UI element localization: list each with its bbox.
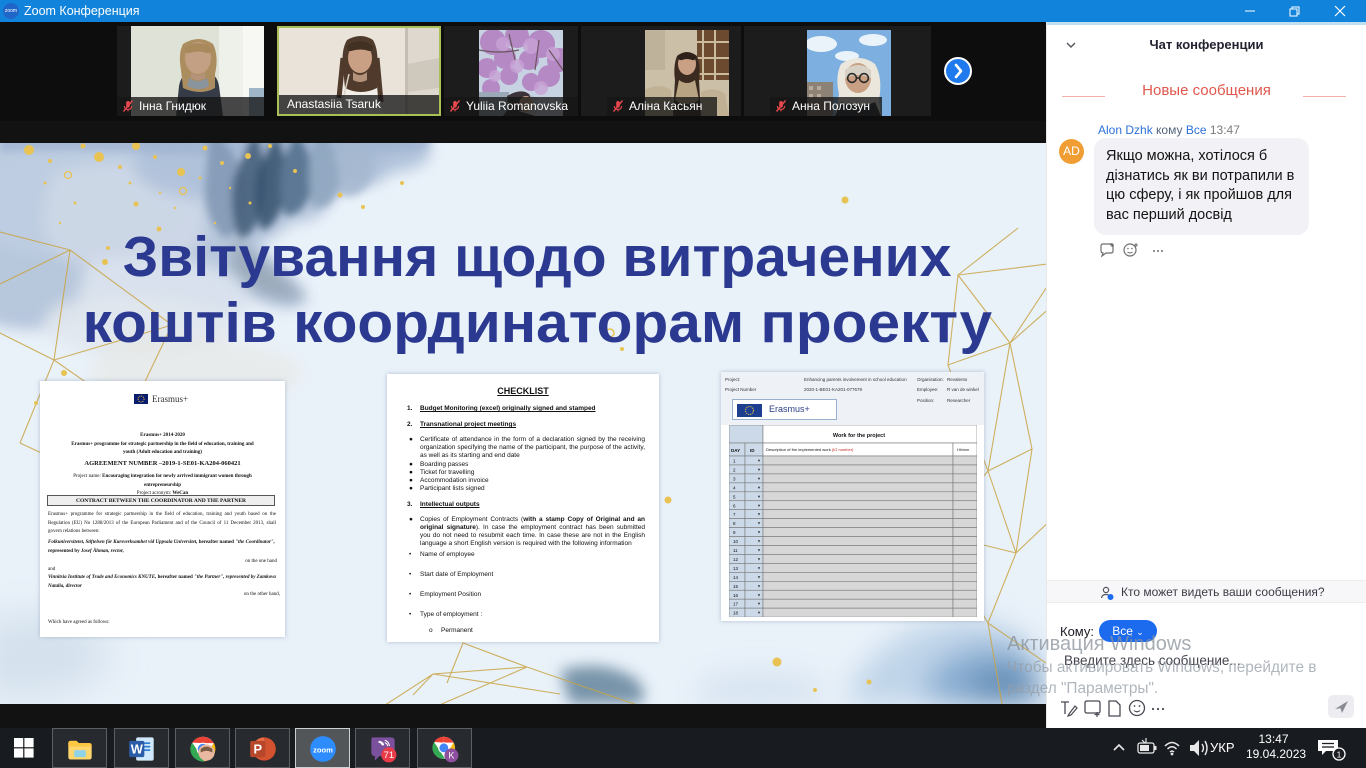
svg-text:18: 18 [733, 611, 739, 616]
svg-text:▼: ▼ [757, 476, 761, 481]
svg-text:▼: ▼ [757, 503, 761, 508]
svg-text:K: K [448, 751, 454, 761]
svg-text:14: 14 [733, 575, 739, 580]
svg-text:▼: ▼ [757, 530, 761, 535]
svg-text:DAY: DAY [731, 448, 740, 453]
svg-text:▼: ▼ [757, 485, 761, 490]
svg-text:71: 71 [384, 750, 394, 760]
svg-text:16: 16 [733, 593, 739, 598]
svg-text:▼: ▼ [757, 556, 761, 561]
svg-text:▼: ▼ [757, 539, 761, 544]
svg-text:12: 12 [733, 557, 739, 562]
svg-text:▼: ▼ [757, 601, 761, 606]
svg-text:▼: ▼ [757, 565, 761, 570]
svg-text:Description of the implemented: Description of the implemented work (IO … [766, 447, 854, 452]
svg-text:10: 10 [733, 539, 739, 544]
svg-text:Hh/mm: Hh/mm [957, 448, 969, 452]
svg-text:ID: ID [750, 448, 755, 453]
svg-text:▼: ▼ [757, 548, 761, 553]
svg-text:15: 15 [733, 584, 739, 589]
svg-text:▼: ▼ [757, 512, 761, 517]
svg-text:▼: ▼ [757, 583, 761, 588]
svg-text:▼: ▼ [757, 574, 761, 579]
svg-text:zoom: zoom [313, 746, 333, 755]
svg-text:P: P [253, 742, 262, 757]
svg-text:17: 17 [733, 602, 739, 607]
svg-text:▼: ▼ [757, 458, 761, 463]
svg-text:▼: ▼ [757, 592, 761, 597]
svg-text:W: W [131, 742, 144, 757]
svg-text:▼: ▼ [757, 521, 761, 526]
svg-text:▼: ▼ [757, 494, 761, 499]
svg-text:13: 13 [733, 566, 739, 571]
svg-text:▼: ▼ [757, 467, 761, 472]
svg-text:▼: ▼ [757, 610, 761, 615]
svg-text:1: 1 [1337, 750, 1342, 760]
svg-text:11: 11 [733, 548, 738, 553]
svg-text:Work for the project: Work for the project [833, 433, 885, 439]
